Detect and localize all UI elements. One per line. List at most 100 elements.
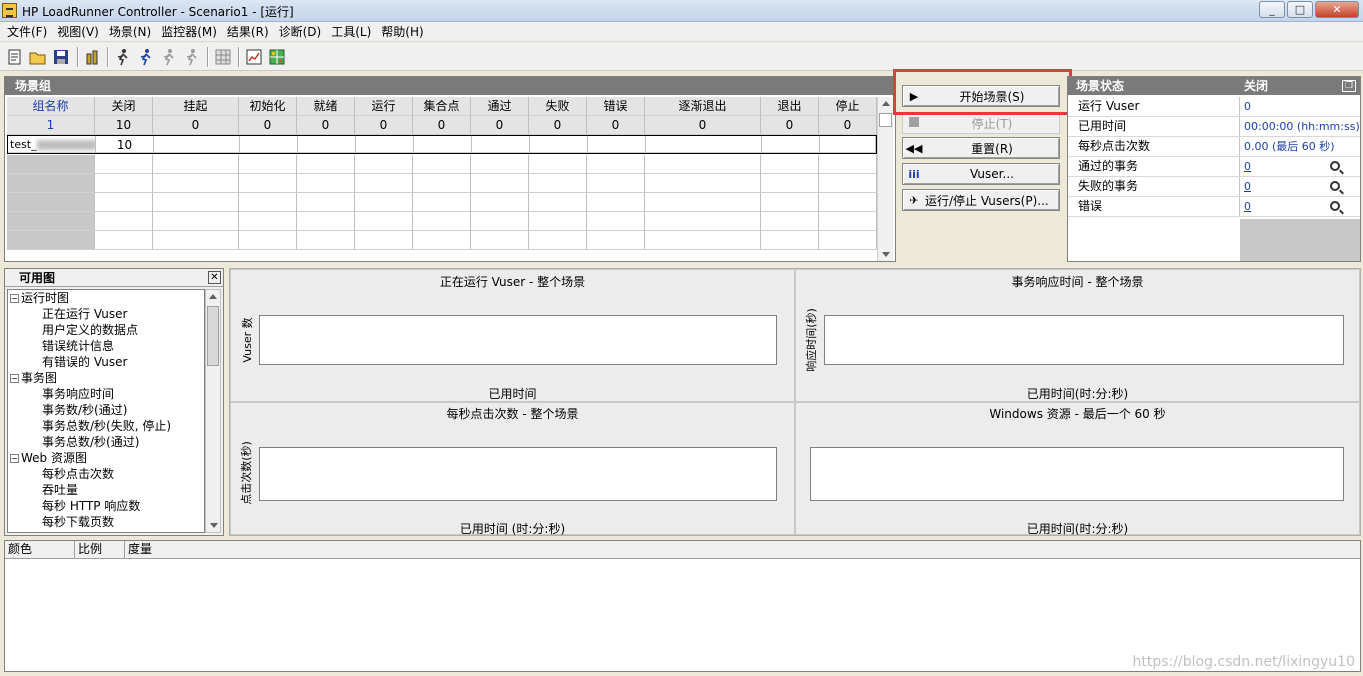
- table-row[interactable]: test_ 10: [7, 135, 877, 154]
- close-panel-icon[interactable]: ✕: [208, 271, 221, 284]
- scroll-down-icon[interactable]: [882, 252, 890, 257]
- col-rendezvous[interactable]: 集合点: [413, 97, 471, 116]
- tree-item[interactable]: 正在运行 Vuser: [42, 306, 127, 322]
- col-exited[interactable]: 退出: [761, 97, 819, 116]
- col-ready[interactable]: 就绪: [297, 97, 355, 116]
- tree-item[interactable]: 事务数/秒(通过): [42, 402, 127, 418]
- analysis-icon[interactable]: [245, 48, 263, 66]
- grid-view-icon[interactable]: [214, 48, 232, 66]
- status-row-errors: 错误 0: [1068, 197, 1360, 217]
- col-error[interactable]: 错误: [587, 97, 645, 116]
- tree-item[interactable]: 事务总数/秒(通过): [42, 434, 139, 450]
- stop-button[interactable]: 停止(T): [902, 112, 1060, 134]
- reset-button[interactable]: ◀◀ 重置(R): [902, 137, 1060, 159]
- legend-col-color[interactable]: 颜色: [5, 541, 75, 558]
- tree-node-transaction[interactable]: − 事务图: [10, 370, 57, 386]
- menu-scenario[interactable]: 场景(N): [106, 23, 158, 40]
- graph-windows-resources[interactable]: Windows 资源 - 最后一个 60 秒 已用时间(时:分:秒): [795, 402, 1360, 536]
- tree-item[interactable]: 每秒点击次数: [42, 466, 114, 482]
- menu-monitors[interactable]: 监控器(M): [158, 23, 224, 40]
- tree-item[interactable]: 吞吐量: [42, 482, 78, 498]
- table-row[interactable]: [7, 155, 877, 174]
- vusers-button[interactable]: ііі Vuser...: [902, 163, 1060, 185]
- total-init: 0: [239, 116, 297, 135]
- table-row[interactable]: [7, 231, 877, 250]
- col-group-name[interactable]: 组名称: [7, 97, 95, 116]
- col-gradual-exit[interactable]: 逐渐退出: [645, 97, 761, 116]
- minimize-button[interactable]: _: [1259, 1, 1285, 18]
- available-graphs-panel: 可用图 ✕ − 运行时图 正在运行 Vuser 用户定义的数据点 错误统计信息 有…: [4, 268, 224, 536]
- tree-item[interactable]: 事务响应时间: [42, 386, 114, 402]
- col-stopped[interactable]: 停止: [819, 97, 877, 116]
- col-failed[interactable]: 失败: [529, 97, 587, 116]
- col-down[interactable]: 关闭: [95, 97, 153, 116]
- graph-plot: [824, 315, 1344, 365]
- legend-col-measurement[interactable]: 度量: [125, 541, 1360, 558]
- table-row[interactable]: [7, 193, 877, 212]
- maximize-button[interactable]: □: [1287, 1, 1313, 18]
- graphs-area: 正在运行 Vuser - 整个场景 Vuser 数 已用时间 事务响应时间 - …: [229, 268, 1361, 536]
- table-row[interactable]: [7, 212, 877, 231]
- scroll-thumb[interactable]: [207, 306, 219, 366]
- tree-item[interactable]: 用户定义的数据点: [42, 322, 138, 338]
- menu-help[interactable]: 帮助(H): [378, 23, 430, 40]
- menu-results[interactable]: 结果(R): [224, 23, 276, 40]
- tree-node-web[interactable]: − Web 资源图: [10, 450, 87, 466]
- tree-item[interactable]: 错误统计信息: [42, 338, 114, 354]
- scenario-table-scrollbar[interactable]: [877, 97, 893, 261]
- legend-col-scale[interactable]: 比例: [75, 541, 125, 558]
- total-pending: 0: [153, 116, 239, 135]
- col-passed[interactable]: 通过: [471, 97, 529, 116]
- scroll-up-icon[interactable]: [209, 294, 217, 299]
- col-init[interactable]: 初始化: [239, 97, 297, 116]
- maximize-panel-icon[interactable]: ❐: [1342, 80, 1356, 92]
- stop-vuser-icon[interactable]: [160, 48, 178, 66]
- tree-node-runtime[interactable]: − 运行时图: [10, 290, 69, 306]
- group-name-cell[interactable]: test_: [8, 136, 96, 153]
- graph-plot: [259, 447, 777, 501]
- run-stop-vusers-button[interactable]: ✈ 运行/停止 Vusers(P)...: [902, 189, 1060, 211]
- graph-layout-icon[interactable]: [268, 48, 286, 66]
- highlight-box: [893, 69, 1072, 115]
- magnify-icon[interactable]: [1330, 181, 1340, 191]
- menu-diagnostics[interactable]: 诊断(D): [276, 23, 329, 40]
- graph-hits-per-second[interactable]: 每秒点击次数 - 整个场景 点击次数(秒) 已用时间 (时:分:秒): [230, 402, 795, 536]
- scroll-up-icon[interactable]: [881, 101, 890, 106]
- run-vuser-icon[interactable]: [114, 48, 132, 66]
- scenario-status-panel: 场景状态 关闭 ❐ 运行 Vuser 0 已用时间 00:00:00 (hh:m…: [1067, 76, 1361, 262]
- tree-item[interactable]: 每秒下载页数: [42, 514, 114, 530]
- graph-plot: [810, 447, 1344, 501]
- tree-item[interactable]: 事务总数/秒(失败, 停止): [42, 418, 171, 434]
- open-folder-icon[interactable]: [29, 48, 47, 66]
- graph-transaction-response-time[interactable]: 事务响应时间 - 整个场景 响应时间(秒) 已用时间(时:分:秒): [795, 269, 1360, 402]
- total-failed: 0: [529, 116, 587, 135]
- scroll-down-icon[interactable]: [210, 523, 218, 528]
- window-title: HP LoadRunner Controller - Scenario1 - […: [22, 5, 294, 19]
- close-button[interactable]: ✕: [1315, 1, 1359, 18]
- magnify-icon[interactable]: [1330, 201, 1340, 211]
- tree-item[interactable]: 有错误的 Vuser: [42, 354, 127, 370]
- table-row[interactable]: [7, 174, 877, 193]
- app-icon: [2, 3, 17, 18]
- col-running[interactable]: 运行: [355, 97, 413, 116]
- menu-file[interactable]: 文件(F): [4, 23, 54, 40]
- save-icon[interactable]: [52, 48, 70, 66]
- stop-group-icon[interactable]: [183, 48, 201, 66]
- menu-tools[interactable]: 工具(L): [328, 23, 378, 40]
- graph-tree: − 运行时图 正在运行 Vuser 用户定义的数据点 错误统计信息 有错误的 Vu…: [7, 289, 205, 533]
- groups-icon[interactable]: [84, 48, 102, 66]
- new-scenario-icon[interactable]: [6, 48, 24, 66]
- tree-scrollbar[interactable]: [205, 289, 221, 533]
- graph-running-vusers[interactable]: 正在运行 Vuser - 整个场景 Vuser 数 已用时间: [230, 269, 795, 402]
- group-down-cell[interactable]: 10: [96, 136, 154, 153]
- run-group-icon[interactable]: [137, 48, 155, 66]
- magnify-icon[interactable]: [1330, 161, 1340, 171]
- total-down: 10: [95, 116, 153, 135]
- total-gradual-exit: 0: [645, 116, 761, 135]
- total-passed: 0: [471, 116, 529, 135]
- status-row-passed: 通过的事务 0: [1068, 157, 1360, 177]
- table-header-row: 组名称 关闭 挂起 初始化 就绪 运行 集合点 通过 失败 错误 逐渐退出 退出…: [7, 97, 877, 116]
- menu-view[interactable]: 视图(V): [54, 23, 106, 40]
- tree-item[interactable]: 每秒 HTTP 响应数: [42, 498, 140, 514]
- col-pending[interactable]: 挂起: [153, 97, 239, 116]
